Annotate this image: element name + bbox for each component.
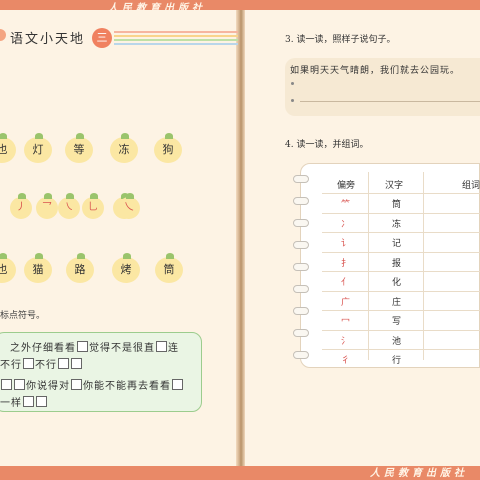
character-cell: 化 [392, 278, 402, 288]
character-cell: 筒 [392, 200, 402, 210]
blank-box[interactable] [23, 396, 34, 407]
binder-ring [293, 351, 309, 359]
header-character: 汉字 [385, 181, 404, 191]
blank-box[interactable] [156, 341, 167, 352]
bullet-dot [291, 99, 294, 102]
blank-box[interactable] [1, 379, 12, 390]
char-fruit: 路 [66, 253, 94, 283]
blank-box[interactable] [71, 358, 82, 369]
char-fruit: 灯 [24, 133, 52, 163]
word-answer-cell[interactable] [428, 351, 478, 367]
radical-cell: ⺮ [341, 200, 351, 210]
stroke-fruit: 乛 [36, 193, 58, 219]
character-cell: 池 [392, 336, 402, 347]
example-sentence: 如果明天天气晴朗，我们就去公园玩。 [290, 66, 461, 76]
char-fruit: 等 [65, 133, 93, 163]
header-word: 组词 [462, 181, 480, 191]
stroke-fruit: 丿 [10, 193, 32, 219]
blank-box[interactable] [58, 358, 69, 369]
radical-cell: 扌 [341, 258, 351, 269]
punctuation-instruction: 标点符号。 [0, 311, 46, 321]
exercise-text: 觉得不是很直 [89, 343, 155, 354]
character-cell: 报 [392, 258, 402, 269]
answer-line[interactable] [300, 101, 480, 102]
word-answer-cell[interactable] [428, 254, 478, 270]
word-answer-cell[interactable] [428, 293, 478, 309]
binder-ring [293, 219, 309, 227]
section-title: 语文小天地 [10, 32, 86, 47]
character-cell: 庄 [392, 297, 402, 308]
char-fruit: 烤 [112, 253, 140, 283]
book-gutter [236, 10, 245, 468]
word-answer-cell[interactable] [428, 215, 478, 231]
radical-cell: 冫 [341, 219, 351, 230]
exercise-text: 不行 [35, 360, 57, 371]
radical-cell: 广 [341, 297, 351, 308]
exercise-text: 不行 [0, 360, 22, 371]
exercise-text: 连 [168, 343, 179, 354]
header-radical: 偏旁 [337, 181, 356, 191]
title-stripes [114, 31, 238, 47]
exercise-line-1: 之外仔细看看 觉得不是很直 连 [10, 339, 179, 354]
blank-box[interactable] [14, 379, 25, 390]
binder-ring [293, 197, 309, 205]
char-fruit: 狗 [154, 133, 182, 163]
binder-ring [293, 285, 309, 293]
binder-ring [293, 263, 309, 271]
char-fruit: 也 [0, 253, 16, 283]
word-answer-cell[interactable] [428, 332, 478, 348]
stroke-fruit: 乀 [118, 193, 140, 219]
word-answer-cell[interactable] [428, 195, 478, 211]
bottom-band: 人民教育出版社 [0, 466, 480, 480]
exercise-line-4: 一样 [0, 394, 48, 409]
char-fruit: 也 [0, 133, 16, 163]
radical-cell: 冖 [341, 317, 351, 327]
blank-box[interactable] [77, 341, 88, 352]
blank-box[interactable] [36, 396, 47, 407]
exercise-text: 一样 [0, 398, 22, 409]
binder-ring [293, 307, 309, 315]
character-cell: 记 [392, 239, 402, 249]
radical-cell: 彳 [341, 356, 351, 366]
char-row-1: 也 灯 等 冻 狗 [0, 133, 238, 177]
blank-box[interactable] [172, 379, 183, 390]
section-number-badge: 三 [92, 28, 112, 48]
publisher-bottom: 人民教育出版社 [370, 468, 468, 479]
exercise-text: 之外仔细看看 [10, 343, 76, 354]
question-4-title: 4. 读一读，并组词。 [285, 140, 369, 150]
binder-ring [293, 175, 309, 183]
character-cell: 冻 [392, 219, 402, 230]
word-answer-cell[interactable] [428, 312, 478, 328]
char-fruit: 冻 [110, 133, 138, 163]
char-fruit: 筒 [155, 253, 183, 283]
question-3-title: 3. 读一读，照样子说句子。 [285, 35, 396, 45]
bullet-dot [291, 82, 294, 85]
char-fruit: 猫 [24, 253, 52, 283]
binder-ring [293, 329, 309, 337]
blank-box[interactable] [23, 358, 34, 369]
character-cell: 写 [392, 317, 402, 327]
stroke-fruit: ㇏ [58, 193, 80, 219]
exercise-line-2: 不行 不行 [0, 356, 83, 371]
radical-cell: 氵 [341, 336, 351, 347]
exercise-line-3: 你说得对 你能不能再去看看 [0, 377, 184, 392]
exercise-text: 你说得对 [26, 381, 70, 392]
char-row-3: 也 猫 路 烤 筒 [0, 253, 238, 297]
exercise-text: 你能不能再去看看 [83, 381, 171, 392]
radical-cell: 亻 [341, 278, 351, 288]
word-answer-cell[interactable] [428, 273, 478, 289]
stroke-fruit: 乚 [82, 193, 104, 219]
blank-box[interactable] [71, 379, 82, 390]
stroke-row: 丿 乛 ㇏ 乚 丶 乀 [0, 193, 238, 237]
binder-ring [293, 241, 309, 249]
radical-cell: 讠 [341, 239, 351, 249]
word-answer-cell[interactable] [428, 234, 478, 250]
character-cell: 行 [392, 356, 402, 366]
